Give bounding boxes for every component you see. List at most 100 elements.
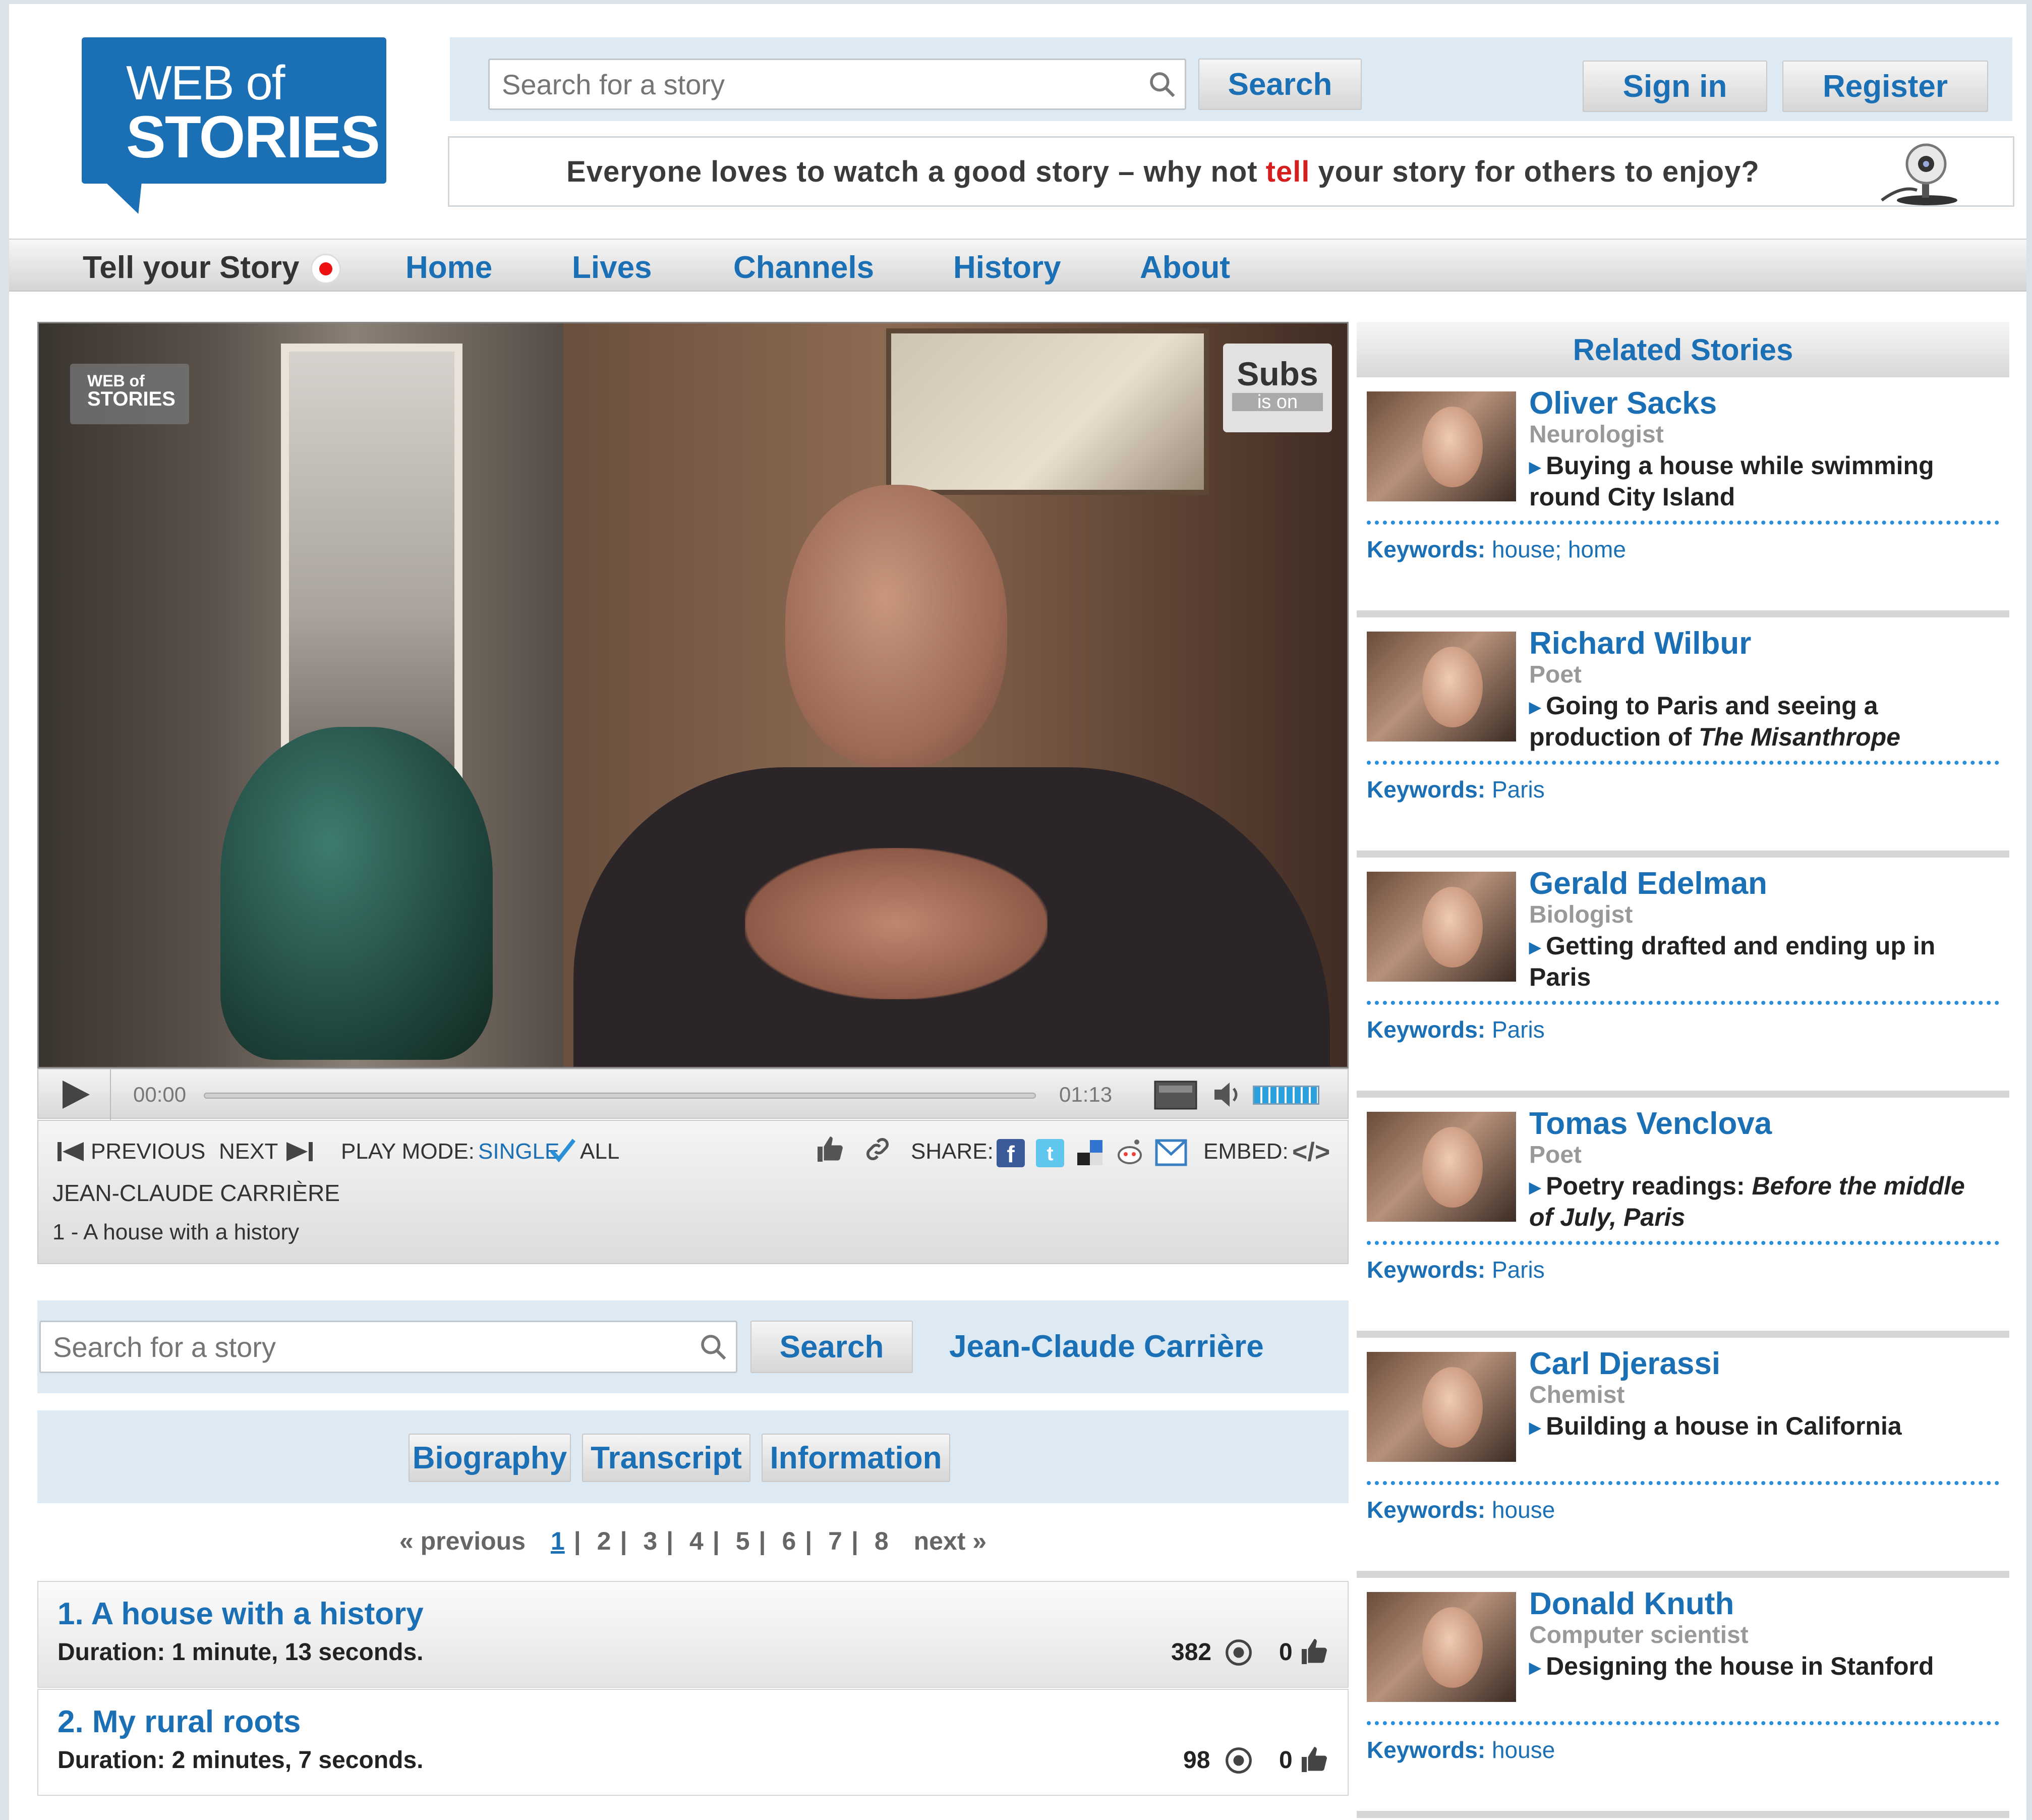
next-icon[interactable] [285,1140,314,1166]
story-title[interactable]: ▶ Poetry readings: Before the middle of J… [1529,1171,1993,1232]
arrow-right-icon: ▶ [1529,939,1541,956]
clip-info-bar: PREVIOUS NEXT PLAY MODE: SINGLE ALL SHAR… [37,1120,1349,1264]
tab-biography[interactable]: Biography [409,1434,571,1482]
story-title[interactable]: ▶ Designing the house in Stanford [1529,1652,1993,1683]
chapter-title[interactable]: 2. My rural roots [57,1704,301,1740]
keywords-value[interactable]: house [1492,1497,1555,1523]
story-thumbnail[interactable] [1367,391,1516,501]
story-speaker[interactable]: Tomas Venclova [1529,1106,1772,1142]
keywords-value[interactable]: Paris [1492,1016,1545,1043]
story-title[interactable]: ▶ Going to Paris and seeing a production … [1529,691,1993,752]
nav-channels[interactable]: Channels [733,250,874,286]
search-input[interactable] [490,68,1139,101]
video-player[interactable]: WEB of STORIES Subs is on [37,322,1349,1068]
pager-previous[interactable]: « previous [399,1527,526,1555]
chapter-title[interactable]: 1. A house with a history [57,1596,424,1632]
like-icon[interactable] [815,1134,845,1167]
story-thumbnail[interactable] [1367,1592,1516,1702]
divider [110,1069,111,1120]
related-story[interactable]: Tomas Venclova Poet ▶ Poetry readings: Be… [1357,1098,2009,1338]
chapter-views: 98 [1183,1747,1210,1774]
tab-transcript[interactable]: Transcript [582,1434,750,1482]
pager-page-6[interactable]: 6 [782,1527,796,1555]
thumbnail-face [1422,407,1483,487]
dotted-divider [1367,1001,1999,1005]
story-thumbnail[interactable] [1367,1112,1516,1222]
link-icon[interactable] [863,1135,892,1166]
arrow-right-icon: ▶ [1529,1179,1541,1196]
story-speaker[interactable]: Donald Knuth [1529,1586,1734,1622]
nav-about[interactable]: About [1140,250,1230,286]
delicious-icon[interactable] [1075,1138,1105,1170]
story-thumbnail[interactable] [1367,872,1516,982]
pager-page-3[interactable]: 3 [643,1527,657,1555]
search-icon[interactable] [1139,60,1185,108]
next-button[interactable]: NEXT [219,1139,278,1164]
play-icon[interactable] [59,1079,94,1112]
twitter-icon[interactable]: t [1036,1139,1064,1167]
related-story[interactable]: Carl Djerassi Chemist ▶ Building a house … [1357,1338,2009,1578]
pager-page-7[interactable]: 7 [828,1527,842,1555]
pager-next[interactable]: next » [914,1527,987,1555]
pager-page-2[interactable]: 2 [597,1527,611,1555]
keywords-value[interactable]: house [1492,1737,1555,1763]
story-title[interactable]: ▶ Getting drafted and ending up in Paris [1529,931,1993,992]
tagline-banner[interactable]: Everyone loves to watch a good story – w… [448,136,2014,207]
tab-information[interactable]: Information [762,1434,950,1482]
play-mode-all[interactable]: ALL [580,1139,619,1164]
embed-code-icon[interactable]: </> [1292,1137,1330,1167]
nav-tell-your-story[interactable]: Tell your Story [83,250,300,286]
pager-page-5[interactable]: 5 [736,1527,750,1555]
email-icon[interactable] [1155,1139,1187,1169]
related-story[interactable]: Donald Knuth Computer scientist ▶ Designi… [1357,1578,2009,1818]
facebook-icon[interactable]: f [997,1139,1025,1167]
chapter-row[interactable]: 1. A house with a history Duration: 1 mi… [37,1581,1349,1688]
related-story[interactable]: Gerald Edelman Biologist ▶ Getting drafte… [1357,858,2009,1098]
nav-lives[interactable]: Lives [572,250,652,286]
subtitles-toggle[interactable]: Subs is on [1223,344,1332,432]
story-title-text: Designing the house in Stanford [1546,1652,1934,1680]
nav-home[interactable]: Home [405,250,492,286]
search-button[interactable]: Search [1198,59,1362,110]
keywords-value[interactable]: Paris [1492,1257,1545,1283]
related-story[interactable]: Richard Wilbur Poet ▶ Going to Paris and … [1357,617,2009,858]
pager-page-4[interactable]: 4 [689,1527,704,1555]
story-speaker[interactable]: Richard Wilbur [1529,625,1751,661]
site-logo[interactable]: WEB of STORIES [82,37,386,184]
play-mode-single[interactable]: SINGLE [478,1139,559,1164]
story-search-button[interactable]: Search [750,1321,913,1373]
story-search-input[interactable] [41,1330,690,1363]
fullscreen-icon[interactable] [1154,1080,1197,1112]
story-speaker[interactable]: Gerald Edelman [1529,866,1767,901]
reddit-icon[interactable] [1115,1137,1145,1170]
pager-page-8[interactable]: 8 [875,1527,889,1555]
record-icon[interactable] [311,254,341,284]
sign-in-button[interactable]: Sign in [1583,61,1767,112]
story-title-text: Building a house in California [1546,1412,1902,1440]
related-story[interactable]: Oliver Sacks Neurologist ▶ Buying a house… [1357,377,2009,617]
volume-icon[interactable] [1211,1079,1247,1112]
keywords-value[interactable]: Paris [1492,776,1545,803]
nav-history[interactable]: History [953,250,1061,286]
chapter-row[interactable]: 2. My rural roots Duration: 2 minutes, 7… [37,1689,1349,1796]
story-search-icon[interactable] [690,1322,736,1372]
likes-thumb-icon[interactable] [1299,1636,1329,1669]
logo-line2: STORIES [126,104,380,170]
story-thumbnail[interactable] [1367,1352,1516,1462]
volume-slider[interactable] [1253,1086,1319,1105]
story-title[interactable]: ▶ Buying a house while swimming round Cit… [1529,451,1993,511]
story-speaker[interactable]: Carl Djerassi [1529,1346,1720,1382]
pager-page-1[interactable]: 1 [551,1527,565,1555]
likes-thumb-icon[interactable] [1299,1744,1329,1777]
speaker-link[interactable]: Jean-Claude Carrière [949,1329,1264,1364]
story-role: Poet [1529,661,1582,688]
story-speaker[interactable]: Oliver Sacks [1529,385,1717,421]
story-thumbnail[interactable] [1367,632,1516,742]
progress-track[interactable] [204,1093,1036,1099]
story-role: Chemist [1529,1382,1625,1408]
previous-button[interactable]: PREVIOUS [91,1139,205,1164]
previous-icon[interactable] [56,1140,85,1166]
register-button[interactable]: Register [1782,61,1988,112]
story-title[interactable]: ▶ Building a house in California [1529,1411,1993,1443]
keywords-value[interactable]: house; home [1492,536,1626,562]
